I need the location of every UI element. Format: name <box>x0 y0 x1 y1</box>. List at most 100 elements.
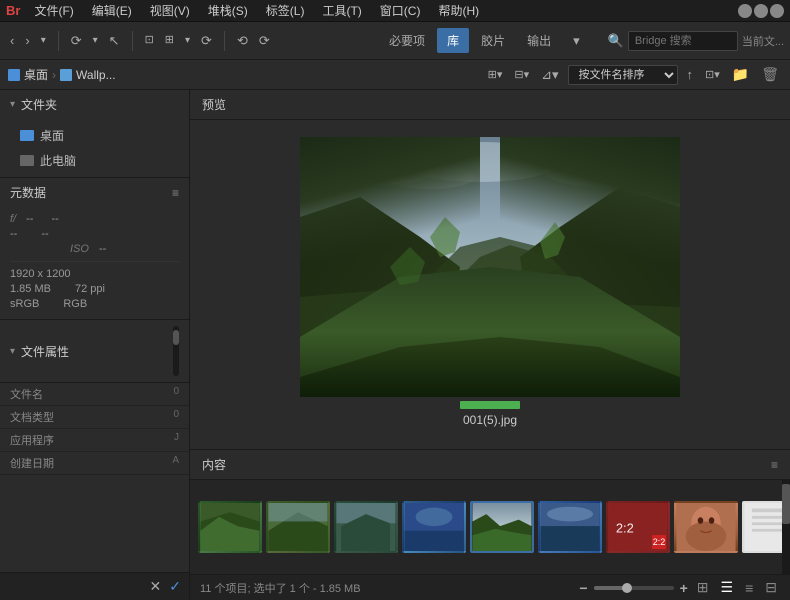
view-grid-btn[interactable]: ⊞ <box>694 577 712 598</box>
menu-file[interactable]: 文件(F) <box>26 0 81 21</box>
tab-library[interactable]: 库 <box>437 28 469 53</box>
fileprops-header[interactable]: ▾ 文件属性 <box>0 320 189 383</box>
window-controls <box>738 4 784 18</box>
thumbnail-4[interactable] <box>402 501 466 553</box>
menu-edit[interactable]: 编辑(E) <box>84 0 140 21</box>
thumbnail-6[interactable] <box>538 501 602 553</box>
sync-button[interactable]: ⟳ <box>197 31 216 50</box>
zoom-plus-btn[interactable]: + <box>680 580 688 596</box>
goto-photoshop[interactable]: ↖ <box>105 31 124 50</box>
delete-btn[interactable]: 🗑 <box>758 64 782 85</box>
content-header: 内容 ≡ <box>190 450 790 480</box>
metadata-label: 元数据 <box>10 184 46 201</box>
focal-val: -- <box>41 228 48 240</box>
tab-more[interactable]: ▾ <box>563 29 590 53</box>
thumb6-img <box>540 503 600 551</box>
sort-asc-btn[interactable]: ↑ <box>684 65 697 84</box>
folders-label: 文件夹 <box>21 96 57 113</box>
breadcrumb-folder[interactable]: Wallp... <box>76 68 116 82</box>
menu-label[interactable]: 标签(L) <box>258 0 313 21</box>
folders-header[interactable]: ▾ 文件夹 <box>0 90 189 119</box>
breadcrumb-folder-icon <box>60 69 72 81</box>
breadcrumb-desktop[interactable]: 桌面 <box>24 66 48 83</box>
preview-color-indicator <box>460 401 520 409</box>
dimensions-val: 1920 x 1200 <box>10 268 71 280</box>
filter-btn[interactable]: ⊞▾ <box>485 66 506 83</box>
landscape-bg <box>300 137 680 397</box>
view-options-btn[interactable]: ⊟▾ <box>511 66 532 83</box>
thumbnail-3[interactable] <box>334 501 398 553</box>
meta-row-iso: ISO -- <box>10 243 179 255</box>
view-detail-btn[interactable]: ≡ <box>742 578 756 598</box>
breadcrumb: 桌面 › Wallp... <box>8 66 168 83</box>
thumb5-img <box>472 503 532 551</box>
fileprop-filename: 文件名 0 <box>0 383 189 406</box>
search-area: 🔍 当前文... <box>608 31 784 51</box>
view-panel-btn[interactable]: ⊟ <box>762 577 780 598</box>
fileprops-scrollbar-thumb[interactable] <box>173 330 179 345</box>
thumbnail-5[interactable] <box>470 501 534 553</box>
footer-confirm-btn[interactable]: ✓ <box>169 578 181 595</box>
metadata-menu-icon[interactable]: ≡ <box>172 186 179 200</box>
computer-folder-icon <box>20 155 34 166</box>
rotate-view-btn[interactable]: ⊡▾ <box>702 66 723 83</box>
output-button[interactable]: ⊞ <box>161 32 178 49</box>
edit-group: ⟲ ⟳ <box>233 31 274 50</box>
thumb2-img <box>268 503 328 551</box>
fileprops-section: ▾ 文件属性 文件名 0 文档类型 0 应用程序 J <box>0 320 189 572</box>
metadata-header[interactable]: 元数据 ≡ <box>0 178 189 207</box>
secondary-toolbar: 桌面 › Wallp... ⊞▾ ⊟▾ ⊿▾ 按文件名排序 ↑ ⊡▾ 📁 🗑 <box>0 60 790 90</box>
status-text: 11 个项目; 选中了 1 个 - 1.85 MB <box>200 580 361 596</box>
recent-dropdown[interactable]: ▾ <box>89 33 102 49</box>
tools-group: ⊡ ⊞ ▾ ⟳ <box>141 31 216 50</box>
menu-window[interactable]: 窗口(C) <box>372 0 429 21</box>
footer-cancel-btn[interactable]: ✕ <box>150 578 162 595</box>
tab-output[interactable]: 输出 <box>517 28 561 53</box>
zoom-slider[interactable] <box>594 586 674 590</box>
tab-filmstrip[interactable]: 胶片 <box>471 28 515 53</box>
sep3 <box>224 31 225 51</box>
view-list-btn[interactable]: ☰ <box>718 577 737 598</box>
menu-stack[interactable]: 堆栈(S) <box>200 0 256 21</box>
zoom-minus-btn[interactable]: − <box>579 580 587 596</box>
thumbnail-7[interactable]: 2:2 2:2 <box>606 501 670 553</box>
fileprop-filename-key: 文件名 <box>10 386 70 402</box>
folder-computer[interactable]: 此电脑 <box>0 148 189 173</box>
svg-text:2:2: 2:2 <box>616 521 634 536</box>
new-folder-btn[interactable]: 📁 <box>729 64 752 85</box>
thumbnail-2[interactable] <box>266 501 330 553</box>
recent-button[interactable]: ⟳ <box>67 31 86 50</box>
content-menu-icon[interactable]: ≡ <box>771 458 778 472</box>
close-button[interactable] <box>770 4 784 18</box>
restore-button[interactable] <box>754 4 768 18</box>
search-input[interactable] <box>628 31 738 51</box>
folder-desktop[interactable]: 桌面 <box>0 123 189 148</box>
forward-button[interactable]: › <box>21 31 33 50</box>
meta-row-aperture: f/ -- -- <box>10 213 179 225</box>
minimize-button[interactable] <box>738 4 752 18</box>
thumbnail-9[interactable] <box>742 501 782 553</box>
filesize-val: 1.85 MB <box>10 283 51 295</box>
thumbnail-1[interactable] <box>198 501 262 553</box>
menu-view[interactable]: 视图(V) <box>142 0 198 21</box>
zoom-handle[interactable] <box>622 583 632 593</box>
menu-tools[interactable]: 工具(T) <box>314 0 369 21</box>
nav-dropdown[interactable]: ▾ <box>37 33 50 49</box>
content-scrollbar[interactable] <box>782 480 790 574</box>
output-dropdown[interactable]: ▾ <box>181 33 194 49</box>
menu-help[interactable]: 帮助(H) <box>430 0 487 21</box>
undo-button[interactable]: ⟲ <box>233 31 252 50</box>
filter-icon[interactable]: ⊿▾ <box>538 65 561 85</box>
scrollbar-thumb[interactable] <box>782 484 790 524</box>
tab-essentials[interactable]: 必要项 <box>379 28 435 53</box>
sort-dropdown[interactable]: 按文件名排序 <box>568 65 678 85</box>
thumbnail-8[interactable] <box>674 501 738 553</box>
camera-raw-button[interactable]: ⊡ <box>141 32 158 49</box>
iso-val: -- <box>99 243 106 255</box>
aperture-val: -- <box>26 213 33 225</box>
redo-button[interactable]: ⟳ <box>255 31 274 50</box>
iso-spacer2 <box>40 243 60 255</box>
fileprop-created-right: A <box>172 455 179 471</box>
back-button[interactable]: ‹ <box>6 31 18 50</box>
thumb8-img <box>676 503 736 551</box>
